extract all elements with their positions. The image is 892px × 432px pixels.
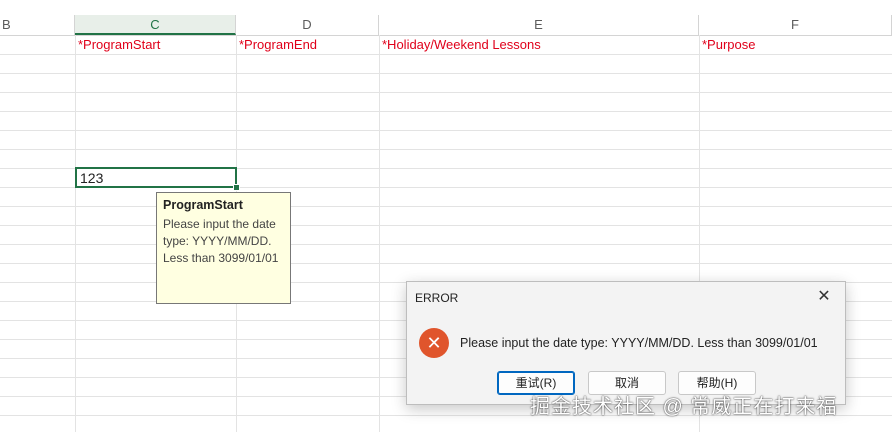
cell-program-start-header[interactable]: *ProgramStart: [75, 36, 160, 54]
row-gridline: [0, 92, 892, 93]
tooltip-line: type: YYYY/MM/DD.: [163, 234, 272, 248]
row-gridline: [0, 244, 892, 245]
dialog-message: Please input the date type: YYYY/MM/DD. …: [460, 336, 818, 350]
column-header-row: B C D E F: [0, 15, 892, 36]
fill-handle[interactable]: [233, 184, 240, 191]
column-gridline: [75, 35, 76, 432]
column-gridline: [379, 35, 380, 432]
column-header-e[interactable]: E: [379, 15, 699, 35]
row-gridline: [0, 263, 892, 264]
cell-program-end-header[interactable]: *ProgramEnd: [236, 36, 317, 54]
cell-holiday-lessons-header[interactable]: *Holiday/Weekend Lessons: [379, 36, 541, 54]
row-gridline: [0, 73, 892, 74]
row-gridline: [0, 149, 892, 150]
error-dialog: ERROR ✕ ✕ Please input the date type: YY…: [406, 281, 846, 405]
tooltip-line: Less than 3099/01/01: [163, 251, 279, 265]
dialog-title: ERROR: [415, 291, 459, 305]
tooltip-line: Please input the date: [163, 217, 276, 231]
column-header-f[interactable]: F: [699, 15, 892, 35]
close-icon[interactable]: ✕: [813, 286, 835, 308]
error-icon: ✕: [419, 328, 449, 358]
cell-purpose-header[interactable]: *Purpose: [699, 36, 755, 54]
column-header-d[interactable]: D: [236, 15, 379, 35]
row-gridline: [0, 206, 892, 207]
column-header-c[interactable]: C: [75, 15, 236, 35]
row-gridline: [0, 225, 892, 226]
row-gridline: [0, 111, 892, 112]
row-gridline: [0, 130, 892, 131]
tooltip-title: ProgramStart: [163, 198, 243, 212]
tooltip-body: Please input the date type: YYYY/MM/DD. …: [163, 216, 284, 267]
active-cell[interactable]: 123: [75, 167, 237, 188]
watermark-text: 掘金技术社区 @ 常威正在打来福: [530, 396, 838, 418]
row-gridline: [0, 54, 892, 55]
column-header-b[interactable]: B: [0, 15, 75, 35]
input-message-tooltip: ProgramStart Please input the date type:…: [156, 192, 291, 304]
